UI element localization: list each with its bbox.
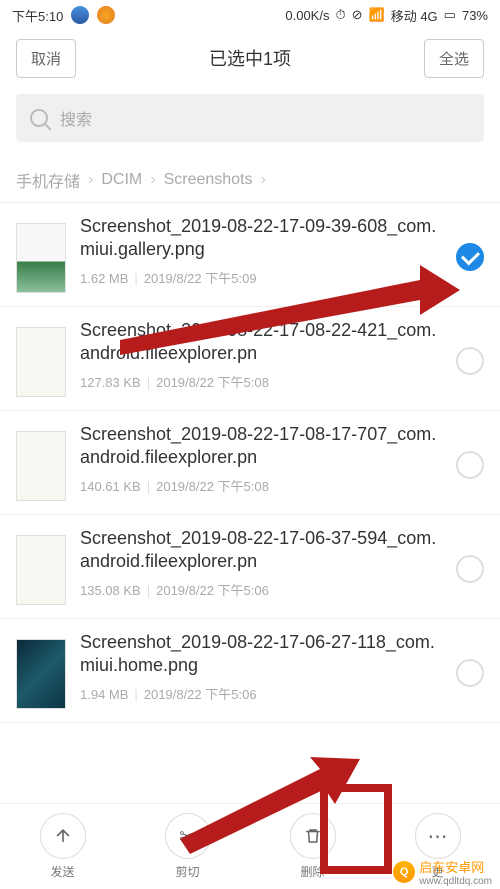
file-meta: 127.83 KB|2019/8/22 下午5:08 xyxy=(80,372,442,391)
cut-icon: ✂ xyxy=(165,813,211,859)
file-item[interactable]: Screenshot_2019-08-22-17-06-27-118_com.m… xyxy=(0,619,500,723)
thumbnail xyxy=(16,639,66,709)
checkbox-checked[interactable] xyxy=(456,243,484,271)
thumbnail xyxy=(16,223,66,293)
chevron-right-icon: › xyxy=(261,171,266,189)
qq-icon xyxy=(71,6,89,24)
file-name: Screenshot_2019-08-22-17-06-27-118_com.m… xyxy=(80,631,442,678)
alarm-icon: ⏱ xyxy=(335,7,345,23)
nav-title: 已选中1项 xyxy=(209,45,291,71)
nav-bar: 取消 已选中1项 全选 xyxy=(0,30,500,86)
dnd-icon: ⊘ xyxy=(352,7,363,23)
file-name: Screenshot_2019-08-22-17-06-37-594_com.a… xyxy=(80,527,442,574)
battery-percent: 73% xyxy=(462,8,488,23)
file-meta: 140.61 KB|2019/8/22 下午5:08 xyxy=(80,476,442,495)
breadcrumb-item[interactable]: Screenshots xyxy=(164,171,253,189)
file-meta: 1.94 MB|2019/8/22 下午5:06 xyxy=(80,684,442,703)
watermark: Q 启东安卓网 www.qdltdq.com xyxy=(393,857,492,887)
delete-button[interactable]: 删除 xyxy=(250,813,375,880)
signal-icon: 📶 xyxy=(369,7,385,23)
checkbox[interactable] xyxy=(456,451,484,479)
file-item[interactable]: Screenshot_2019-08-22-17-09-39-608_com.m… xyxy=(0,203,500,307)
cut-button[interactable]: ✂ 剪切 xyxy=(125,813,250,880)
breadcrumb[interactable]: 手机存储 › DCIM › Screenshots › xyxy=(0,150,500,202)
status-time: 下午5:10 xyxy=(12,6,63,25)
checkbox[interactable] xyxy=(456,659,484,687)
network-speed: 0.00K/s xyxy=(285,8,329,23)
cloud-icon xyxy=(97,6,115,24)
file-meta: 1.62 MB|2019/8/22 下午5:09 xyxy=(80,268,442,287)
carrier: 移动 4G xyxy=(391,6,438,25)
more-icon: ⋯ xyxy=(415,813,461,859)
thumbnail xyxy=(16,327,66,397)
battery-icon: ▭ xyxy=(444,7,456,23)
file-name: Screenshot_2019-08-22-17-08-22-421_com.a… xyxy=(80,319,442,366)
cancel-button[interactable]: 取消 xyxy=(16,39,76,78)
status-bar: 下午5:10 0.00K/s ⏱ ⊘ 📶 移动 4G ▭ 73% xyxy=(0,0,500,30)
checkbox[interactable] xyxy=(456,555,484,583)
file-name: Screenshot_2019-08-22-17-09-39-608_com.m… xyxy=(80,215,442,262)
chevron-right-icon: › xyxy=(88,171,93,189)
thumbnail xyxy=(16,535,66,605)
breadcrumb-item[interactable]: DCIM xyxy=(101,171,142,189)
send-button[interactable]: 发送 xyxy=(0,813,125,880)
send-icon xyxy=(40,813,86,859)
breadcrumb-item[interactable]: 手机存储 xyxy=(16,168,80,192)
thumbnail xyxy=(16,431,66,501)
file-item[interactable]: Screenshot_2019-08-22-17-06-37-594_com.a… xyxy=(0,515,500,619)
file-list: Screenshot_2019-08-22-17-09-39-608_com.m… xyxy=(0,202,500,723)
search-icon xyxy=(30,109,48,127)
delete-icon xyxy=(290,813,336,859)
chevron-right-icon: › xyxy=(150,171,155,189)
watermark-logo-icon: Q xyxy=(393,861,415,883)
file-item[interactable]: Screenshot_2019-08-22-17-08-17-707_com.a… xyxy=(0,411,500,515)
file-meta: 135.08 KB|2019/8/22 下午5:06 xyxy=(80,580,442,599)
file-item[interactable]: Screenshot_2019-08-22-17-08-22-421_com.a… xyxy=(0,307,500,411)
select-all-button[interactable]: 全选 xyxy=(424,39,484,78)
checkbox[interactable] xyxy=(456,347,484,375)
file-name: Screenshot_2019-08-22-17-08-17-707_com.a… xyxy=(80,423,442,470)
search-placeholder: 搜索 xyxy=(60,106,92,130)
search-bar[interactable]: 搜索 xyxy=(16,94,484,142)
